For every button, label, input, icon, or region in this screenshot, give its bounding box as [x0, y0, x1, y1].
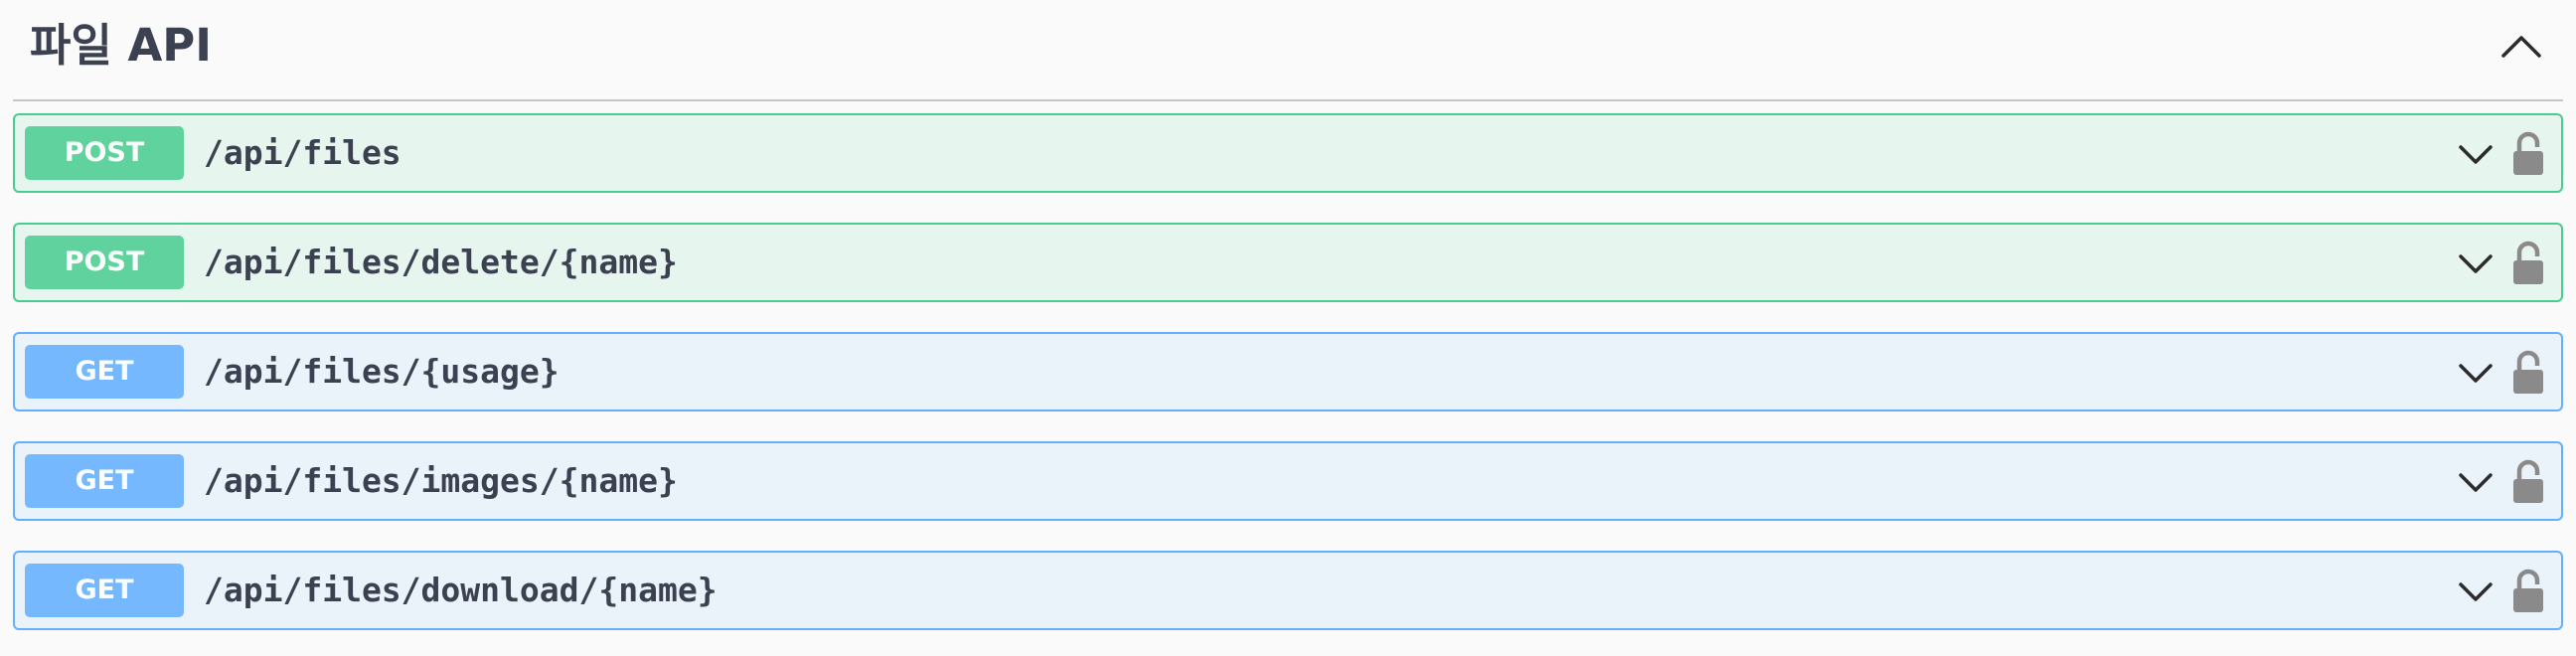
method-badge[interactable]: GET [25, 454, 184, 508]
lock-icon[interactable] [2511, 457, 2545, 505]
method-badge[interactable]: GET [25, 564, 184, 617]
chevron-down-icon[interactable] [2456, 573, 2496, 610]
swagger-page: 파일 API POST /api/files POST /api/files/d… [0, 0, 2576, 656]
operation-path[interactable]: /api/files/images/{name} [204, 454, 678, 508]
tag-section-title: 파일 API [30, 19, 213, 72]
operation-path[interactable]: /api/files/delete/{name} [204, 236, 678, 289]
chevron-up-icon[interactable] [2494, 24, 2549, 70]
method-badge[interactable]: POST [25, 126, 184, 180]
operation-row[interactable]: GET /api/files/{usage} [13, 332, 2563, 411]
method-badge[interactable]: POST [25, 236, 184, 289]
chevron-down-icon[interactable] [2456, 354, 2496, 392]
operation-row[interactable]: GET /api/files/download/{name} [13, 551, 2563, 630]
operation-path[interactable]: /api/files/download/{name} [204, 564, 718, 617]
operation-row[interactable]: POST /api/files/delete/{name} [13, 223, 2563, 302]
operation-path[interactable]: /api/files/{usage} [204, 345, 560, 399]
lock-icon[interactable] [2511, 567, 2545, 614]
operation-row[interactable]: POST /api/files [13, 113, 2563, 193]
operation-row[interactable]: GET /api/files/images/{name} [13, 441, 2563, 521]
chevron-down-icon[interactable] [2456, 135, 2496, 173]
lock-icon[interactable] [2511, 239, 2545, 286]
lock-icon[interactable] [2511, 348, 2545, 396]
chevron-down-icon[interactable] [2456, 245, 2496, 282]
chevron-down-icon[interactable] [2456, 463, 2496, 501]
lock-icon[interactable] [2511, 129, 2545, 177]
tag-section-header[interactable]: 파일 API [13, 0, 2563, 101]
operation-path[interactable]: /api/files [204, 126, 402, 180]
method-badge[interactable]: GET [25, 345, 184, 399]
